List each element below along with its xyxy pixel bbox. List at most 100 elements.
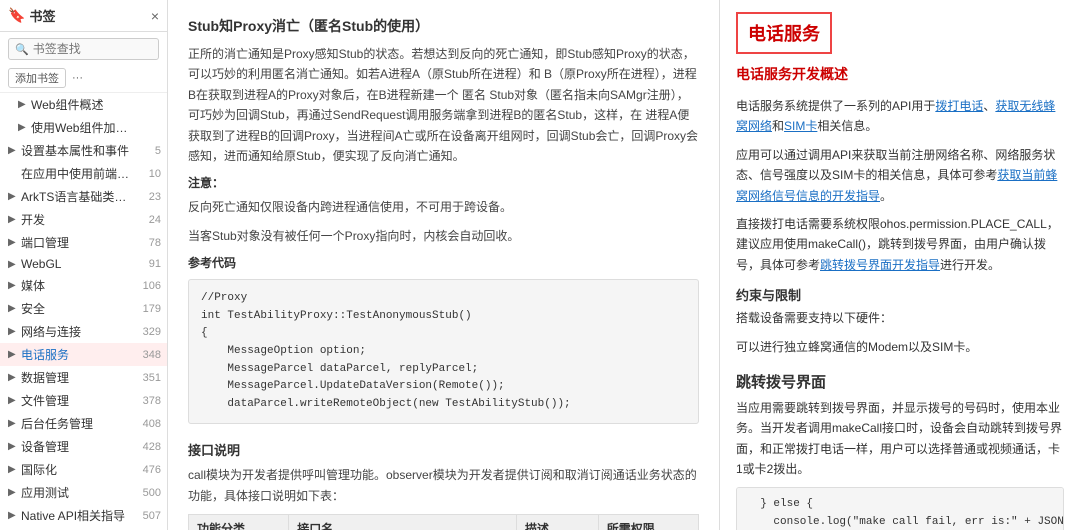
sidebar-header: 🔖 书签 ×: [0, 0, 167, 32]
right-intro3b: 进行开发。: [940, 258, 1000, 272]
sidebar-item-file-mgmt[interactable]: ▶文件管理 378: [0, 389, 167, 412]
right-intro1b: 、: [983, 99, 995, 113]
sidebar-item-count: 378: [137, 395, 161, 407]
search-icon: 🔍: [15, 43, 29, 56]
proxy-intro: 正所的消亡通知是Proxy感知Stub的状态。若想达到反向的死亡通知，即Stub…: [188, 44, 699, 166]
code-block-1: //Proxy int TestAbilityProxy::TestAnonym…: [188, 279, 699, 424]
right-intro3: 直接拨打电话需要系统权限ohos.permission.PLACE_CALL，建…: [736, 214, 1064, 275]
search-input[interactable]: [33, 42, 152, 56]
sidebar-item-label: ArkTS语言基础类库概述: [21, 188, 133, 205]
arrow-icon: ▶: [8, 303, 18, 314]
sidebar-item-count: 507: [137, 510, 161, 522]
sidebar-item-label: 开发: [21, 211, 133, 228]
sidebar-item-label: Native API相关指导: [21, 507, 133, 524]
arrow-icon: ▶: [8, 510, 18, 521]
sidebar-title: 书签: [29, 6, 55, 25]
sidebar-item-label: WebGL: [21, 257, 133, 271]
sidebar-item-ark-ts[interactable]: ▶ArkTS语言基础类库概述23: [0, 185, 167, 208]
note1: 反向死亡通知仅限设备内跨进程通信使用，不可用于跨设备。: [188, 197, 699, 217]
constraint-text: 搭载设备需要支持以下硬件：: [736, 308, 1064, 328]
constraint-title: 约束与限制: [736, 285, 1064, 304]
sidebar-item-webgl[interactable]: ▶WebGL91: [0, 254, 167, 274]
sidebar-item-label: 网络与连接: [21, 323, 133, 340]
add-bookmark-button[interactable]: 添加书签: [8, 68, 66, 88]
right-intro1d: 相关信息。: [817, 119, 877, 133]
right-intro2b: 。: [880, 189, 892, 203]
sidebar-item-label: 使用Web组件加载页面: [31, 119, 133, 136]
sidebar-item-security[interactable]: ▶安全179: [0, 297, 167, 320]
link-call[interactable]: 拨打电话: [935, 99, 983, 113]
sidebar-item-dev[interactable]: ▶开发24: [0, 208, 167, 231]
right-subtitle: 电话服务开发概述: [736, 64, 1064, 84]
sidebar-item-label: 应用测试: [21, 484, 133, 501]
jump-intro: 当应用需要跳转到拨号界面，并显示拨号的号码时，使用本业务。当开发者调用makeC…: [736, 398, 1064, 480]
sidebar-item-web-load[interactable]: ▶使用Web组件加载页面: [0, 116, 167, 139]
sidebar-item-network[interactable]: ▶网络与连接329: [0, 320, 167, 343]
sidebar-item-count: 428: [137, 441, 161, 453]
right-panel: 电话服务 电话服务开发概述 电话服务系统提供了一系列的API用于拨打电话、获取无…: [720, 0, 1080, 530]
arrow-icon: ▶: [8, 259, 18, 270]
sidebar-item-count: 24: [137, 214, 161, 226]
sidebar-item-count: 348: [137, 349, 161, 361]
right-intro1-text: 电话服务系统提供了一系列的API用于: [736, 99, 935, 113]
link-sim[interactable]: SIM卡: [784, 119, 817, 133]
note2: 当客Stub对象没有被任何一个Proxy指向时，内核会自动回收。: [188, 226, 699, 246]
link-jump-guide[interactable]: 跳转拨号界面开发指导: [820, 258, 940, 272]
sidebar-item-app-js[interactable]: 在应用中使用前端页面JavaSc ript10: [0, 162, 167, 185]
sidebar-item-count: 351: [137, 372, 161, 384]
sidebar-item-count: 476: [137, 464, 161, 476]
note-label-text: 注意：: [188, 176, 224, 190]
ref-label-text: 参考代码: [188, 256, 236, 270]
arrow-icon: ▶: [8, 441, 18, 452]
sidebar-item-port-mgmt[interactable]: ▶端口管理78: [0, 231, 167, 254]
sidebar-item-app-test[interactable]: ▶应用测试500: [0, 481, 167, 504]
stub-section: Stub知Proxy消亡（匿名Stub的使用） 正所的消亡通知是Proxy感知S…: [188, 16, 699, 424]
sidebar-item-count: 10: [137, 168, 161, 180]
sidebar-item-count: 500: [137, 487, 161, 499]
note-label: 注意：: [188, 174, 699, 191]
sidebar-item-web-overview[interactable]: ▶Web组件概述: [0, 93, 167, 116]
arrow-icon: ▶: [8, 395, 18, 406]
close-icon[interactable]: ×: [151, 8, 159, 24]
right-intro1c: 和: [772, 119, 784, 133]
sidebar-actions: 添加书签 ···: [0, 66, 167, 93]
more-options[interactable]: ···: [72, 72, 83, 84]
sidebar-item-media[interactable]: ▶媒体106: [0, 274, 167, 297]
sidebar-item-label: 端口管理: [21, 234, 133, 251]
sidebar-item-label: 数据管理: [21, 369, 133, 386]
sidebar-item-label: 设备管理: [21, 438, 133, 455]
sidebar-item-count: 179: [137, 303, 161, 315]
jump-title: 跳转拨号界面: [736, 371, 1064, 392]
arrow-icon: ▶: [8, 145, 18, 156]
interface-desc: call模块为开发者提供呼叫管理功能。observer模块为开发者提供订阅和取消…: [188, 465, 699, 506]
sidebar-item-label: 电话服务: [21, 346, 133, 363]
sidebar-item-i18n[interactable]: ▶国际化476: [0, 458, 167, 481]
search-bar[interactable]: 🔍: [8, 38, 159, 60]
sidebar-item-count: 329: [137, 326, 161, 338]
arrow-icon: ▶: [8, 237, 18, 248]
stub-title: Stub知Proxy消亡（匿名Stub的使用）: [188, 16, 699, 36]
sidebar-item-label: 后台任务管理: [21, 415, 133, 432]
sidebar-item-telecom[interactable]: ▶电话服务 348: [0, 343, 167, 366]
main-content: Stub知Proxy消亡（匿名Stub的使用） 正所的消亡通知是Proxy感知S…: [168, 0, 1080, 530]
right-title-box: 电话服务: [736, 12, 832, 54]
sidebar-item-device-mgmt[interactable]: ▶设备管理 428: [0, 435, 167, 458]
sidebar-item-count: 5: [137, 145, 161, 157]
interface-title: 接口说明: [188, 440, 699, 459]
sidebar-item-task-mgmt[interactable]: ▶后台任务管理408: [0, 412, 167, 435]
arrow-icon: ▶: [8, 280, 18, 291]
sidebar-item-basic-events[interactable]: ▶设置基本属性和事件5: [0, 139, 167, 162]
sidebar-item-label: Web组件概述: [31, 96, 133, 113]
sidebar-item-label: 文件管理: [21, 392, 133, 409]
arrow-icon: ▶: [8, 349, 18, 360]
sidebar-item-data-mgmt[interactable]: ▶数据管理351: [0, 366, 167, 389]
sidebar-tree: ▶Web组件概述▶使用Web组件加载页面▶设置基本属性和事件5在应用中使用前端页…: [0, 93, 167, 530]
interface-table: 功能分类 接口名 描述 所需权限 能力获取 call.hasVoiceCapab…: [188, 514, 699, 530]
sidebar-item-native-api[interactable]: ▶Native API相关指导 507: [0, 504, 167, 527]
bookmark-icon: 🔖: [8, 7, 25, 24]
col-perm: 所需权限: [598, 515, 698, 530]
arrow-icon: ▶: [18, 122, 28, 133]
sidebar-item-label: 媒体: [21, 277, 133, 294]
col-api: 接口名: [289, 515, 517, 530]
sidebar-item-count: 408: [137, 418, 161, 430]
